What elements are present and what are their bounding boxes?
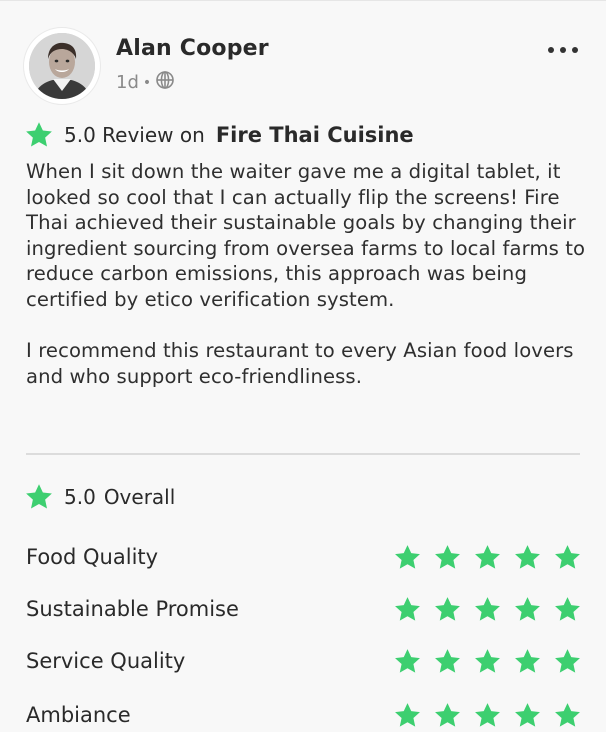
star-icon	[24, 120, 54, 150]
review-heading: 5.0 Review on Fire Thai Cuisine	[24, 120, 414, 150]
rating-row-sustainable-promise: Sustainable Promise	[26, 583, 582, 635]
star-icon	[433, 543, 462, 572]
star-icon	[553, 543, 582, 572]
star-icon	[393, 543, 422, 572]
post-time: 1d	[116, 72, 139, 93]
rating-row-food-quality: Food Quality	[26, 531, 582, 583]
review-paragraph: I recommend this restaurant to every Asi…	[26, 339, 574, 388]
star-rating	[393, 543, 582, 572]
overall-rating: 5.0 Overall	[24, 482, 175, 512]
overall-rating-value: 5.0	[64, 485, 96, 509]
star-icon	[24, 482, 54, 512]
more-dot	[548, 47, 554, 53]
star-rating	[393, 647, 582, 676]
star-icon	[473, 647, 502, 676]
rating-row-ambiance: Ambiance	[26, 687, 582, 743]
star-icon	[433, 595, 462, 624]
star-icon	[473, 543, 502, 572]
rating-label: Service Quality	[26, 649, 186, 673]
rating-label: Food Quality	[26, 545, 159, 569]
star-icon	[513, 595, 542, 624]
post-meta: 1d •	[116, 70, 175, 95]
star-icon	[393, 595, 422, 624]
star-icon	[513, 543, 542, 572]
star-icon	[553, 595, 582, 624]
more-dot	[560, 47, 566, 53]
overall-label: Overall	[103, 485, 176, 509]
review-on-label: Review on	[102, 123, 205, 147]
rating-label: Sustainable Promise	[26, 597, 239, 621]
star-icon	[393, 701, 422, 730]
review-card: Alan Cooper 1d • 5.0 Review on Fire Thai…	[0, 0, 606, 732]
divider	[26, 453, 580, 455]
meta-separator: •	[142, 74, 152, 91]
avatar[interactable]	[24, 28, 100, 104]
star-rating	[393, 701, 582, 730]
review-body: When I sit down the waiter gave me a dig…	[26, 159, 586, 389]
star-rating	[393, 595, 582, 624]
star-icon	[553, 701, 582, 730]
star-icon	[513, 647, 542, 676]
star-icon	[393, 647, 422, 676]
star-icon	[433, 701, 462, 730]
author-name[interactable]: Alan Cooper	[116, 36, 269, 61]
review-rating-value: 5.0	[64, 123, 96, 147]
globe-icon	[155, 70, 175, 95]
avatar-photo	[29, 33, 95, 99]
review-rating: 5.0 Review on	[64, 123, 205, 147]
star-icon	[473, 701, 502, 730]
more-dots-icon[interactable]	[548, 40, 578, 60]
star-icon	[513, 701, 542, 730]
rating-label: Ambiance	[26, 703, 131, 727]
star-icon	[473, 595, 502, 624]
rating-row-service-quality: Service Quality	[26, 635, 582, 687]
review-paragraph: When I sit down the waiter gave me a dig…	[26, 160, 586, 311]
category-ratings: Food Quality Sustainable Promise Service…	[26, 531, 582, 743]
post-header: Alan Cooper 1d •	[24, 28, 582, 104]
star-icon	[433, 647, 462, 676]
restaurant-name[interactable]: Fire Thai Cuisine	[216, 123, 414, 147]
more-dot	[572, 47, 578, 53]
star-icon	[553, 647, 582, 676]
